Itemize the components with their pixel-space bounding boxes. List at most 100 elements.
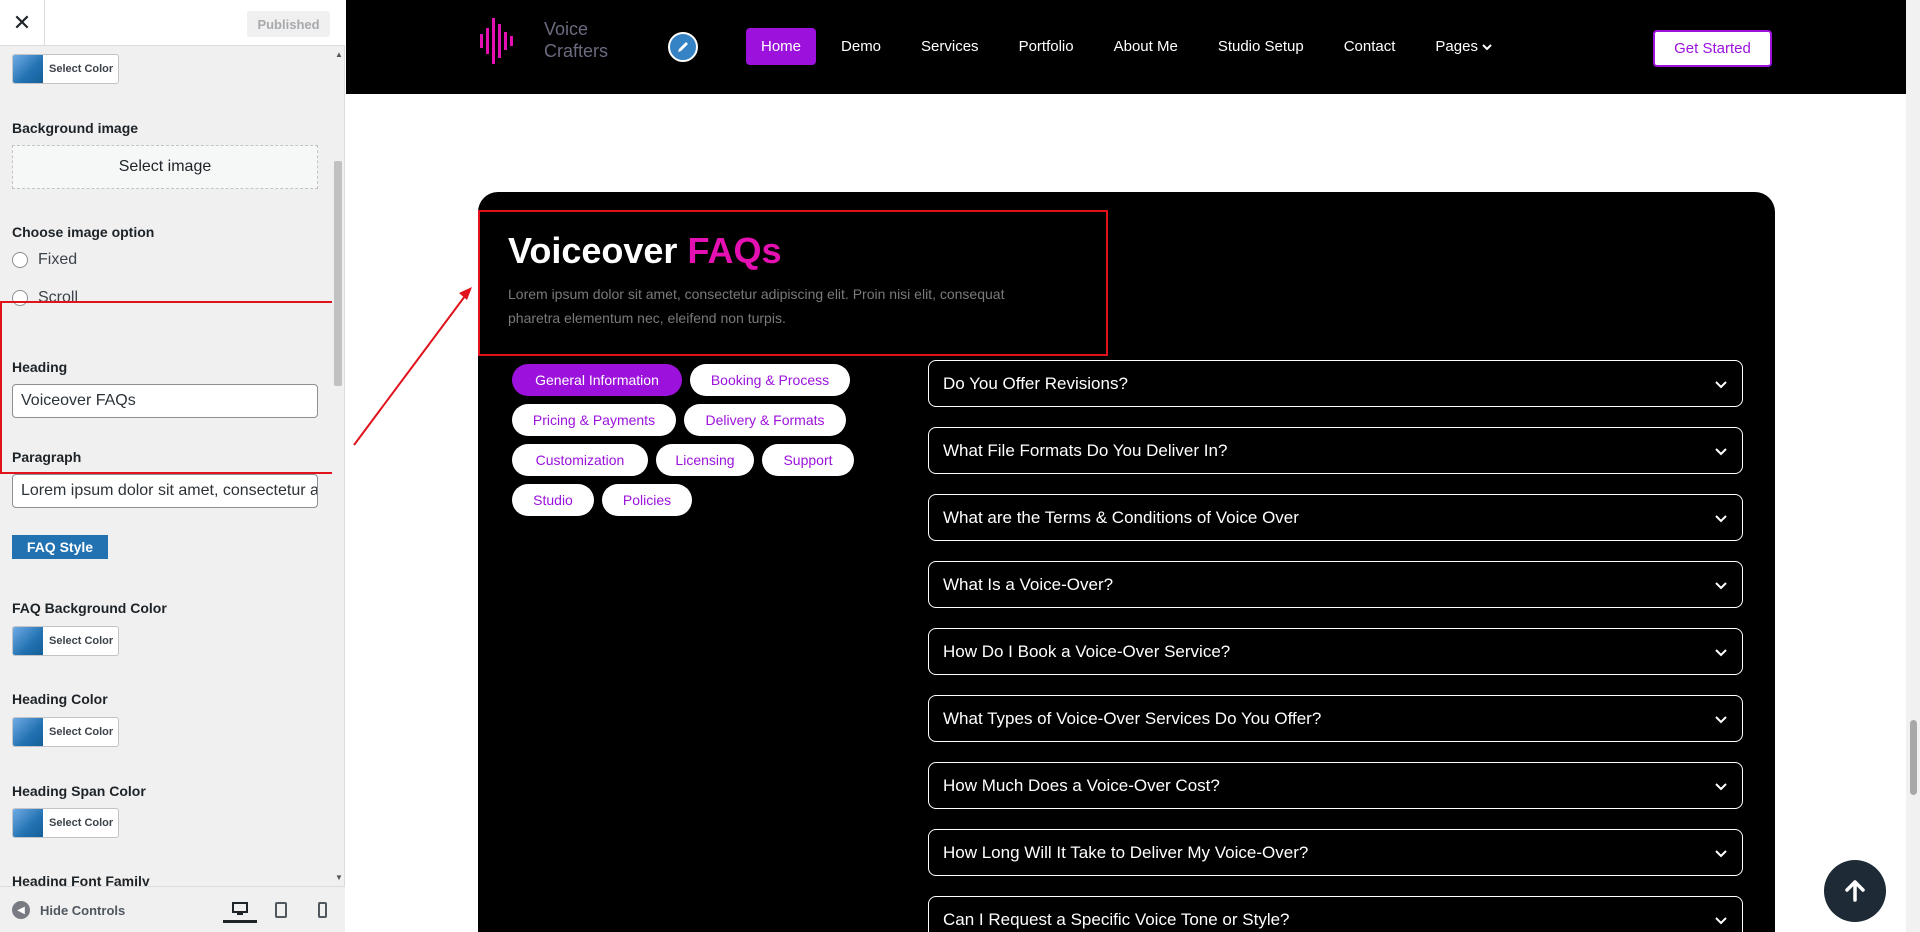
radio-fixed[interactable]: Fixed <box>12 251 77 269</box>
faq-question: How Do I Book a Voice-Over Service? <box>943 641 1231 661</box>
nav-demo[interactable]: Demo <box>826 28 896 65</box>
heading-span-color-label: Heading Span Color <box>12 783 146 799</box>
heading-font-family-label: Heading Font Family <box>12 873 150 886</box>
chevron-down-icon <box>1715 514 1727 522</box>
arrow-up-icon <box>1845 880 1865 902</box>
tag-support[interactable]: Support <box>762 444 854 476</box>
nav-studio-setup[interactable]: Studio Setup <box>1203 28 1319 65</box>
site-preview: Voice Crafters Home Demo Services Portfo… <box>346 0 1920 932</box>
main-nav: Home Demo Services Portfolio About Me St… <box>746 28 1517 65</box>
tag-general-information[interactable]: General Information <box>512 364 682 396</box>
faq-bg-color-button[interactable]: Select Color <box>12 626 119 656</box>
heading-color-button[interactable]: Select Color <box>12 717 119 747</box>
color-picker-button[interactable]: Select Color <box>12 54 119 84</box>
sidebar-scrollbar[interactable]: ▲ ▼ <box>332 46 344 886</box>
faq-question: What Is a Voice-Over? <box>943 574 1114 594</box>
tag-studio[interactable]: Studio <box>512 484 594 516</box>
chevron-down-icon <box>1715 380 1727 388</box>
edit-pencil-icon[interactable] <box>668 32 698 62</box>
logo-line2: Crafters <box>544 41 609 61</box>
site-logo[interactable]: Voice Crafters <box>476 10 608 70</box>
published-button[interactable]: Published <box>247 11 330 37</box>
faq-question: How Much Does a Voice-Over Cost? <box>943 775 1220 795</box>
select-image-button[interactable]: Select image <box>12 145 318 189</box>
faq-item[interactable]: Can I Request a Specific Voice Tone or S… <box>928 896 1743 932</box>
customizer-header: ✕ Published <box>0 0 345 46</box>
customizer-footer: ◀ Hide Controls <box>0 886 345 932</box>
chevron-down-icon <box>1715 782 1727 790</box>
faq-item[interactable]: What File Formats Do You Deliver In? <box>928 427 1743 474</box>
faq-question: What Types of Voice-Over Services Do You… <box>943 708 1322 728</box>
customizer-sidebar: ✕ Published Select Color Background imag… <box>0 0 345 932</box>
heading-span-color-button[interactable]: Select Color <box>12 808 119 838</box>
mobile-device-icon[interactable] <box>305 897 339 923</box>
get-started-button[interactable]: Get Started <box>1653 30 1772 67</box>
nav-home[interactable]: Home <box>746 28 817 65</box>
paragraph-input[interactable]: Lorem ipsum dolor sit amet, consectetur … <box>12 474 318 508</box>
scrollbar-thumb[interactable] <box>1910 720 1917 795</box>
faq-question: How Long Will It Take to Deliver My Voic… <box>943 842 1309 862</box>
close-icon[interactable]: ✕ <box>0 0 45 46</box>
faq-question: What File Formats Do You Deliver In? <box>943 440 1228 460</box>
faq-item[interactable]: How Long Will It Take to Deliver My Voic… <box>928 829 1743 876</box>
chevron-down-icon <box>1482 44 1492 51</box>
chevron-down-icon <box>1715 849 1727 857</box>
chevron-down-icon <box>1715 715 1727 723</box>
chevron-down-icon <box>1715 648 1727 656</box>
faq-item[interactable]: What are the Terms & Conditions of Voice… <box>928 494 1743 541</box>
tag-delivery-formats[interactable]: Delivery & Formats <box>684 404 846 436</box>
nav-pages[interactable]: Pages <box>1420 28 1507 65</box>
nav-contact[interactable]: Contact <box>1329 28 1411 65</box>
site-header: Voice Crafters Home Demo Services Portfo… <box>346 0 1906 94</box>
collapse-arrow-icon: ◀ <box>12 901 30 919</box>
scrollbar-thumb[interactable] <box>334 161 342 386</box>
chevron-down-icon <box>1715 447 1727 455</box>
faq-item[interactable]: What Types of Voice-Over Services Do You… <box>928 695 1743 742</box>
heading-color-label: Heading Color <box>12 691 108 707</box>
radio-circle-icon <box>12 252 28 268</box>
faq-item[interactable]: What Is a Voice-Over? <box>928 561 1743 608</box>
scroll-up-arrow-icon[interactable]: ▲ <box>335 50 343 59</box>
radio-fixed-label: Fixed <box>38 251 78 268</box>
tag-booking-process[interactable]: Booking & Process <box>690 364 850 396</box>
tag-pricing-payments[interactable]: Pricing & Payments <box>512 404 676 436</box>
faq-heading-span: FAQs <box>687 230 782 271</box>
logo-line1: Voice <box>544 19 589 39</box>
faq-item[interactable]: How Do I Book a Voice-Over Service? <box>928 628 1743 675</box>
color-button-label: Select Color <box>49 63 114 75</box>
faq-style-button[interactable]: FAQ Style <box>12 535 108 559</box>
tag-policies[interactable]: Policies <box>602 484 692 516</box>
annotation-arrow <box>353 287 472 446</box>
chevron-down-icon <box>1715 916 1727 924</box>
desktop-device-icon[interactable] <box>223 897 257 923</box>
nav-about-me[interactable]: About Me <box>1099 28 1193 65</box>
color-button-label: Select Color <box>49 817 114 829</box>
nav-pages-label: Pages <box>1435 38 1478 55</box>
color-swatch <box>13 718 43 746</box>
color-button-label: Select Color <box>49 726 114 738</box>
nav-portfolio[interactable]: Portfolio <box>1004 28 1089 65</box>
chevron-down-icon <box>1715 581 1727 589</box>
background-image-label: Background image <box>12 120 139 136</box>
nav-services[interactable]: Services <box>906 28 994 65</box>
faq-heading-main: Voiceover <box>508 230 678 271</box>
faq-question: Do You Offer Revisions? <box>943 373 1128 393</box>
color-swatch <box>13 627 43 655</box>
tag-licensing[interactable]: Licensing <box>656 444 754 476</box>
faq-item[interactable]: How Much Does a Voice-Over Cost? <box>928 762 1743 809</box>
tag-customization[interactable]: Customization <box>512 444 648 476</box>
highlight-annotation-box <box>0 301 334 474</box>
image-option-label: Choose image option <box>12 224 155 240</box>
page-scrollbar[interactable] <box>1906 0 1920 932</box>
faq-item[interactable]: Do You Offer Revisions? <box>928 360 1743 407</box>
faq-heading: Voiceover FAQs <box>508 230 781 272</box>
back-to-top-button[interactable] <box>1824 860 1886 922</box>
tablet-device-icon[interactable] <box>264 897 298 923</box>
color-swatch <box>13 809 43 837</box>
scroll-down-arrow-icon[interactable]: ▼ <box>335 873 343 882</box>
faq-bg-color-label: FAQ Background Color <box>12 600 167 616</box>
hide-controls-button[interactable]: ◀ Hide Controls <box>12 901 125 919</box>
faq-question: What are the Terms & Conditions of Voice… <box>943 507 1299 527</box>
soundwave-logo-icon <box>480 18 513 64</box>
faq-section: Voiceover FAQs Lorem ipsum dolor sit ame… <box>478 192 1775 932</box>
